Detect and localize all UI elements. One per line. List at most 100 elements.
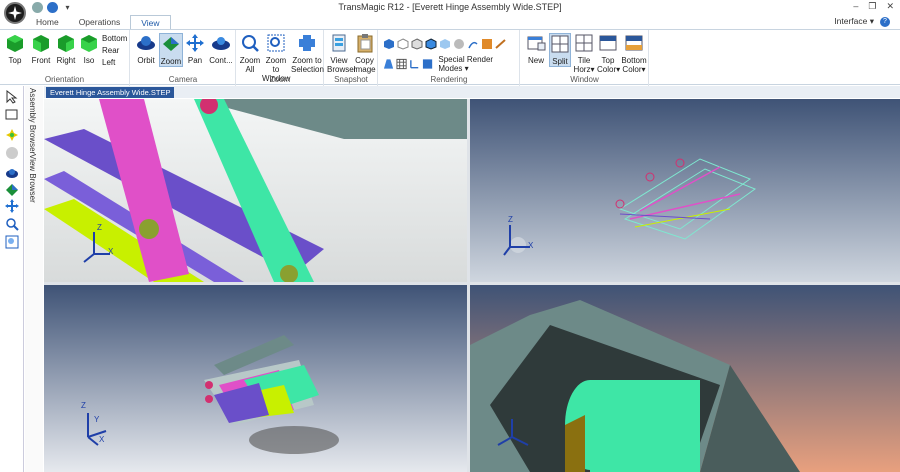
tab-operations[interactable]: Operations [69, 15, 131, 29]
triad-z-label: Z [97, 223, 102, 232]
continuous-button[interactable]: Cont... [207, 33, 235, 65]
cube-front-icon [33, 35, 49, 52]
copy-image-button[interactable]: Copy Image [352, 33, 377, 74]
camera-group: Orbit Zoom Pan Cont... Camera [131, 30, 236, 86]
special-render-modes-dropdown[interactable]: Special Render Modes ▾ [438, 55, 519, 73]
minimize-button[interactable]: – [853, 1, 858, 12]
new-window-button[interactable]: New [525, 33, 547, 65]
axis-triad-icon [87, 413, 107, 446]
zoom-all-button[interactable]: Zoom All [239, 33, 261, 74]
edge-display-icon[interactable] [495, 38, 507, 50]
window-group-label: Window [570, 75, 599, 84]
zoom-group: Zoom All Zoom to Window Zoom to Selectio… [237, 30, 324, 86]
close-button[interactable]: ✕ [886, 1, 894, 12]
split-button[interactable]: Split [549, 33, 571, 67]
camera-group-label: Camera [168, 75, 198, 84]
explode-icon[interactable] [5, 128, 19, 142]
left-view-button[interactable]: Left [102, 57, 127, 69]
transparent-icon[interactable] [439, 38, 451, 50]
window-title: TransMagic R12 - [Everett Hinge Assembly… [338, 2, 562, 12]
material-icon[interactable] [453, 38, 465, 50]
bottom-view-button[interactable]: Bottom [102, 33, 127, 45]
lighting-icon[interactable] [467, 38, 479, 50]
shaded-edges-icon[interactable] [425, 38, 437, 50]
assembly-render-inside [470, 285, 900, 472]
rendering-group-label: Rendering [430, 75, 468, 84]
window-group: New Split Tile Horz▾ Top Color▾ Bottom C… [521, 30, 649, 86]
viewport-splitter-horizontal[interactable] [44, 282, 900, 285]
restore-button[interactable]: ❐ [868, 1, 876, 12]
background-icon[interactable] [422, 58, 433, 70]
zoom-fit-tool-icon[interactable] [5, 217, 19, 231]
triad-x-label: X [108, 247, 114, 256]
view-browser-tab[interactable]: View Browser [28, 154, 37, 203]
hidden-line-icon[interactable] [411, 38, 423, 50]
assembly-browser-tab[interactable]: Assembly Browser [28, 88, 37, 154]
triad-y-label: Y [94, 415, 100, 424]
document-tab-strip: Everett Hinge Assembly Wide.STEP [44, 86, 900, 98]
axis-icon[interactable] [409, 58, 420, 70]
reset-icon[interactable] [5, 146, 19, 160]
render-mode-icons-row1 [383, 38, 507, 50]
front-view-button[interactable]: Front [29, 33, 53, 65]
color-edit-icon[interactable] [481, 38, 493, 50]
window-controls: – ❐ ✕ [853, 1, 894, 12]
orbit-icon [137, 36, 155, 50]
cube-right-icon [58, 35, 74, 52]
ribbon: Top Front Right Iso Bottom Rear Left Ori… [0, 29, 900, 86]
orientation-small-list: Bottom Rear Left [102, 33, 127, 69]
app-logo-icon[interactable] [4, 2, 26, 24]
zoom-window-tool-icon[interactable] [5, 235, 19, 249]
rear-view-button[interactable]: Rear [102, 45, 127, 57]
tile-horz-button[interactable]: Tile Horz▾ [573, 33, 595, 74]
interface-label[interactable]: Interface ▾ [834, 16, 874, 27]
top-color-button[interactable]: Top Color▾ [597, 33, 620, 74]
right-view-button[interactable]: Right [54, 33, 78, 65]
top-view-button[interactable]: Top [4, 33, 26, 65]
orbit-button[interactable]: Orbit [134, 33, 158, 65]
viewport-splitter-vertical[interactable] [467, 99, 470, 472]
orientation-group: Top Front Right Iso Bottom Rear Left Ori… [0, 30, 130, 86]
split-icon [551, 35, 569, 53]
triad-x-label: X [528, 241, 534, 250]
zoom-icon [163, 37, 179, 51]
shaded-icon[interactable] [383, 38, 395, 50]
viewport-bottom-right[interactable] [470, 285, 900, 472]
viewport-top-right[interactable]: Z X [470, 99, 900, 282]
left-toolbar [0, 86, 24, 472]
help-icon[interactable]: ? [880, 16, 890, 27]
interface-menu[interactable]: Interface ▾ ? [834, 16, 890, 27]
cube-top-icon [7, 35, 23, 52]
viewport-bottom-left[interactable]: Z Y X [44, 285, 467, 472]
orbit-tool-icon[interactable] [5, 166, 19, 180]
pan-tool-icon[interactable] [5, 199, 19, 213]
top-color-icon [599, 35, 617, 51]
tile-icon [575, 34, 593, 52]
zoom-selection-icon [299, 35, 315, 51]
zoom-group-label: Zoom [269, 75, 291, 84]
box-select-icon[interactable] [5, 108, 19, 122]
zoom-tool-icon[interactable] [5, 183, 19, 197]
tab-view[interactable]: View [130, 15, 171, 29]
select-arrow-icon[interactable] [5, 90, 19, 104]
rendering-group: Special Render Modes ▾ Rendering [379, 30, 520, 86]
wireframe-icon[interactable] [397, 38, 409, 50]
orientation-group-label: Orientation [44, 75, 85, 84]
side-browser-strip: Assembly Browser View Browser [25, 86, 43, 472]
bottom-color-button[interactable]: Bottom Color▾ [620, 33, 648, 74]
tab-home[interactable]: Home [26, 15, 69, 29]
render-mode-icons-row2: Special Render Modes ▾ [383, 55, 519, 73]
perspective-icon[interactable] [383, 58, 394, 70]
zoom-to-selection-button[interactable]: Zoom to Selection [291, 33, 324, 74]
zoom-button[interactable]: Zoom [159, 33, 183, 67]
new-window-icon [527, 36, 546, 51]
view-browser-button[interactable]: View Browser [327, 33, 356, 74]
viewport-top-left[interactable]: Z X [44, 99, 467, 282]
axis-triad-icon [503, 225, 530, 256]
pan-button[interactable]: Pan [184, 33, 206, 65]
document-tab[interactable]: Everett Hinge Assembly Wide.STEP [46, 87, 175, 98]
zoom-window-icon [267, 34, 285, 52]
snapshot-group: View Browser Copy Image Snapshot [325, 30, 378, 86]
iso-view-button[interactable]: Iso [79, 33, 99, 65]
grid-icon[interactable] [396, 58, 407, 70]
